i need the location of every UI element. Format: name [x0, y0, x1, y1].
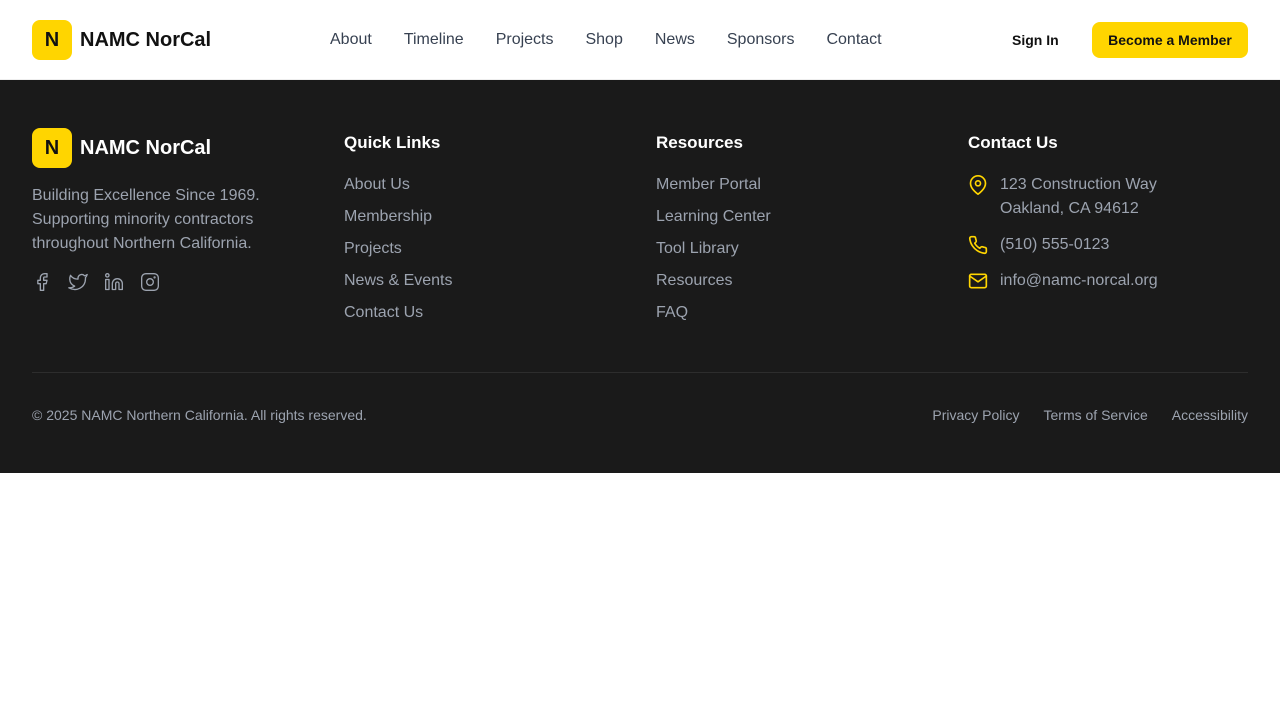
copyright-text: © 2025 NAMC Northern California. All rig… — [32, 407, 367, 423]
footer-tagline: Building Excellence Since 1969. Supporti… — [32, 187, 260, 252]
footer-link-resources[interactable]: Resources — [656, 271, 771, 291]
nav-item-timeline[interactable]: Timeline — [404, 30, 464, 50]
contact-list: 123 Construction Way Oakland, CA 94612 (… — [968, 173, 1158, 293]
contact-heading: Contact Us — [968, 133, 1058, 152]
contact-phone[interactable]: (510) 555-0123 — [968, 233, 1158, 257]
address-text: 123 Construction Way Oakland, CA 94612 — [1000, 173, 1157, 221]
privacy-policy-link[interactable]: Privacy Policy — [932, 407, 1019, 423]
footer-link-projects[interactable]: Projects — [344, 239, 452, 259]
quick-links-list: About Us Membership Projects News & Even… — [344, 175, 452, 323]
facebook-icon[interactable] — [32, 272, 52, 292]
nav-item-projects[interactable]: Projects — [496, 30, 554, 50]
main-nav: About Timeline Projects Shop News Sponso… — [330, 30, 914, 50]
quick-links-heading: Quick Links — [344, 133, 441, 152]
mail-icon — [968, 271, 988, 291]
contact-address: 123 Construction Way Oakland, CA 94612 — [968, 173, 1158, 221]
quick-links-column: Quick Links About Us Membership Projects… — [344, 128, 452, 335]
site-header: N NAMC NorCal About Timeline Projects Sh… — [0, 0, 1280, 80]
phone-icon — [968, 235, 988, 255]
linkedin-icon[interactable] — [104, 272, 124, 292]
footer-link-news-events[interactable]: News & Events — [344, 271, 452, 291]
footer-link-about-us[interactable]: About Us — [344, 175, 452, 195]
footer-link-contact-us[interactable]: Contact Us — [344, 303, 452, 323]
terms-of-service-link[interactable]: Terms of Service — [1044, 407, 1148, 423]
footer-link-tool-library[interactable]: Tool Library — [656, 239, 771, 259]
resources-column: Resources Member Portal Learning Center … — [656, 128, 771, 335]
accessibility-link[interactable]: Accessibility — [1172, 407, 1248, 423]
resources-heading: Resources — [656, 133, 743, 152]
footer-logo-badge: N — [32, 128, 72, 168]
phone-text: (510) 555-0123 — [1000, 236, 1110, 253]
nav-item-contact[interactable]: Contact — [826, 30, 881, 50]
become-member-button[interactable]: Become a Member — [1092, 22, 1248, 58]
contact-email[interactable]: info@namc-norcal.org — [968, 269, 1158, 293]
twitter-icon[interactable] — [68, 272, 88, 292]
address-line-2: Oakland, CA 94612 — [1000, 200, 1139, 217]
nav-item-news[interactable]: News — [655, 30, 695, 50]
footer-link-faq[interactable]: FAQ — [656, 303, 771, 323]
resources-list: Member Portal Learning Center Tool Libra… — [656, 175, 771, 323]
footer-brand-name: NAMC NorCal — [80, 136, 212, 159]
footer-link-member-portal[interactable]: Member Portal — [656, 175, 771, 195]
sign-in-link[interactable]: Sign In — [1012, 31, 1059, 49]
nav-item-shop[interactable]: Shop — [585, 30, 622, 50]
instagram-icon[interactable] — [140, 272, 160, 292]
email-text: info@namc-norcal.org — [1000, 272, 1158, 289]
footer-link-membership[interactable]: Membership — [344, 207, 452, 227]
map-pin-icon — [968, 175, 988, 195]
address-line-1: 123 Construction Way — [1000, 176, 1157, 193]
logo-badge: N — [32, 20, 72, 60]
site-footer: N NAMC NorCal Building Excellence Since … — [0, 80, 1280, 473]
footer-brand-column: N NAMC NorCal Building Excellence Since … — [32, 128, 292, 292]
footer-divider — [32, 372, 1248, 373]
footer-brand: N NAMC NorCal — [32, 128, 292, 168]
social-links — [32, 272, 292, 292]
footer-link-learning-center[interactable]: Learning Center — [656, 207, 771, 227]
home-logo-link[interactable]: N NAMC NorCal — [32, 20, 211, 60]
legal-links: Privacy Policy Terms of Service Accessib… — [908, 407, 1248, 423]
brand-name: NAMC NorCal — [80, 28, 212, 51]
nav-item-sponsors[interactable]: Sponsors — [727, 30, 795, 50]
nav-item-about[interactable]: About — [330, 30, 372, 50]
contact-column: Contact Us 123 Construction Way Oakland,… — [968, 128, 1158, 305]
